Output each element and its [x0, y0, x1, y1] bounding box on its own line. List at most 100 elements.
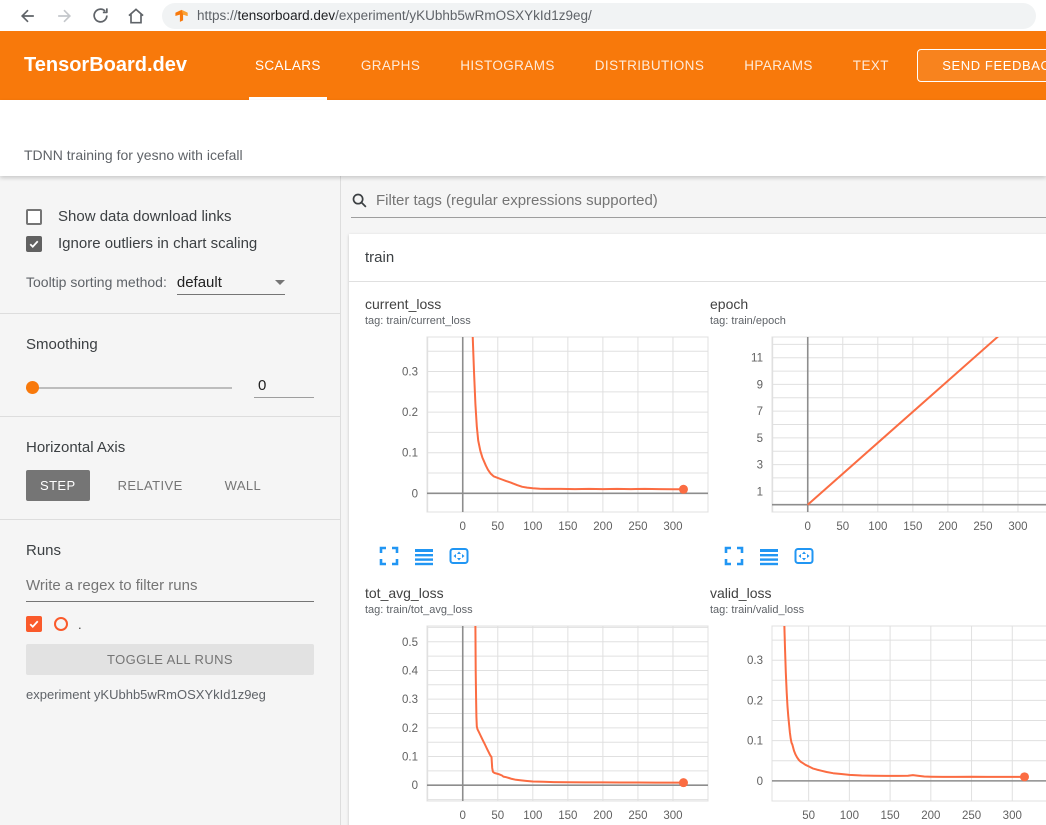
- svg-text:0.1: 0.1: [402, 752, 418, 764]
- svg-text:150: 150: [558, 521, 577, 533]
- run-color-swatch: [54, 617, 68, 631]
- experiment-title: TDNN training for yesno with icefall: [24, 147, 243, 163]
- smoothing-slider[interactable]: [26, 387, 232, 389]
- home-icon[interactable]: [124, 4, 148, 28]
- svg-text:250: 250: [628, 810, 647, 822]
- tab-histograms[interactable]: HISTOGRAMS: [440, 31, 575, 100]
- axis-step-button[interactable]: STEP: [26, 470, 90, 501]
- svg-text:50: 50: [802, 810, 815, 822]
- app-title: TensorBoard.dev: [0, 54, 211, 77]
- svg-text:0.4: 0.4: [402, 665, 419, 677]
- chart-tag: tag: train/valid_loss: [710, 604, 1046, 616]
- chart-plot[interactable]: 0501001502002503001357911: [710, 335, 1046, 540]
- svg-text:5: 5: [757, 433, 763, 445]
- tag-group-title[interactable]: train: [349, 234, 1046, 282]
- fit-domain-icon[interactable]: [449, 546, 469, 571]
- svg-text:100: 100: [840, 810, 859, 822]
- chart-title: epoch: [710, 296, 1046, 312]
- forward-icon[interactable]: [52, 4, 76, 28]
- browser-toolbar: https://tensorboard.dev/experiment/yKUbh…: [0, 0, 1046, 31]
- svg-text:300: 300: [663, 810, 682, 822]
- svg-text:150: 150: [881, 810, 900, 822]
- toggle-all-runs-button[interactable]: TOGGLE ALL RUNS: [26, 644, 314, 675]
- svg-text:0.3: 0.3: [747, 655, 763, 667]
- svg-text:0.2: 0.2: [402, 723, 418, 735]
- filter-tags-input[interactable]: [376, 192, 1046, 209]
- chart-title: current_loss: [365, 296, 710, 312]
- tab-scalars[interactable]: SCALARS: [235, 31, 341, 100]
- svg-text:0.3: 0.3: [402, 694, 418, 706]
- axis-relative-button[interactable]: RELATIVE: [104, 470, 197, 501]
- svg-text:250: 250: [962, 810, 981, 822]
- horizontal-axis-label: Horizontal Axis: [26, 439, 314, 456]
- expand-icon[interactable]: [379, 546, 399, 571]
- svg-text:300: 300: [1008, 521, 1027, 533]
- main-panel: train current_loss tag: train/current_los…: [341, 176, 1046, 825]
- chart-plot[interactable]: 50 100 150 200 250 300 0 0.1 0.2 0.3: [710, 624, 1046, 825]
- svg-text:0: 0: [412, 780, 418, 792]
- tensorboard-favicon: [174, 8, 189, 23]
- chart-controls: [379, 546, 710, 571]
- svg-text:0.2: 0.2: [402, 407, 418, 419]
- tab-graphs[interactable]: GRAPHS: [341, 31, 440, 100]
- svg-text:0: 0: [460, 810, 466, 822]
- svg-text:200: 200: [593, 810, 612, 822]
- reload-icon[interactable]: [88, 4, 112, 28]
- svg-text:3: 3: [757, 460, 763, 472]
- experiment-id-label: experiment yKUbhb5wRmOSXYkId1z9eg: [26, 687, 314, 702]
- svg-text:0: 0: [757, 776, 763, 788]
- tooltip-sorting-select[interactable]: default: [177, 274, 285, 295]
- svg-text:200: 200: [593, 521, 612, 533]
- chart-tag: tag: train/epoch: [710, 315, 1046, 327]
- runs-filter-input[interactable]: [26, 571, 314, 602]
- run-item[interactable]: .: [26, 616, 314, 632]
- chart-epoch: epochtag: train/epoch0501001502002503001…: [710, 296, 1046, 571]
- chart-valid_loss: valid_losstag: train/valid_loss501001502…: [710, 585, 1046, 825]
- svg-text:150: 150: [903, 521, 922, 533]
- svg-text:300: 300: [1003, 810, 1022, 822]
- tab-hparams[interactable]: HPARAMS: [724, 31, 833, 100]
- url-bar[interactable]: https://tensorboard.dev/experiment/yKUbh…: [162, 3, 1036, 29]
- chart-plot[interactable]: 05010015020025030000.10.20.30.40.5: [365, 624, 710, 825]
- svg-text:0: 0: [460, 521, 466, 533]
- run-checkbox-icon[interactable]: [26, 616, 42, 632]
- axis-wall-button[interactable]: WALL: [211, 470, 276, 501]
- svg-text:0.3: 0.3: [402, 367, 418, 379]
- ignore-outliers-checkbox[interactable]: Ignore outliers in chart scaling: [26, 235, 314, 252]
- experiment-bar: TDNN training for yesno with icefall: [0, 100, 1046, 176]
- svg-text:100: 100: [523, 521, 542, 533]
- data-table-icon[interactable]: [759, 546, 779, 571]
- app-header: TensorBoard.dev SCALARSGRAPHSHISTOGRAMSD…: [0, 31, 1046, 100]
- back-icon[interactable]: [16, 4, 40, 28]
- svg-text:50: 50: [491, 521, 504, 533]
- send-feedback-button[interactable]: SEND FEEDBACK: [917, 49, 1046, 82]
- chevron-down-icon: [275, 280, 285, 285]
- chart-tag: tag: train/tot_avg_loss: [365, 604, 710, 616]
- svg-text:11: 11: [751, 353, 763, 365]
- smoothing-value[interactable]: 0: [254, 377, 314, 398]
- svg-text:150: 150: [558, 810, 577, 822]
- tab-text[interactable]: TEXT: [833, 31, 909, 100]
- svg-text:200: 200: [921, 810, 940, 822]
- svg-text:300: 300: [663, 521, 682, 533]
- chart-plot[interactable]: 05010015020025030000.10.20.3: [365, 335, 710, 540]
- svg-text:50: 50: [491, 810, 504, 822]
- tab-distributions[interactable]: DISTRIBUTIONS: [575, 31, 724, 100]
- chart-tot_avg_loss: tot_avg_losstag: train/tot_avg_loss05010…: [365, 585, 710, 825]
- svg-text:0.1: 0.1: [402, 448, 418, 460]
- slider-thumb[interactable]: [26, 381, 39, 394]
- fit-domain-icon[interactable]: [794, 546, 814, 571]
- svg-text:100: 100: [868, 521, 887, 533]
- charts-grid: current_losstag: train/current_loss05010…: [349, 282, 1046, 825]
- svg-text:250: 250: [628, 521, 647, 533]
- search-icon: [351, 192, 368, 209]
- svg-text:0.2: 0.2: [747, 695, 763, 707]
- train-card: train current_loss tag: train/current_los…: [349, 234, 1046, 825]
- svg-text:0.1: 0.1: [747, 736, 763, 748]
- nav-tabs: SCALARSGRAPHSHISTOGRAMSDISTRIBUTIONSHPAR…: [235, 31, 909, 100]
- expand-icon[interactable]: [724, 546, 744, 571]
- chart-tag: tag: train/current_loss: [365, 315, 710, 327]
- show-download-links-checkbox[interactable]: Show data download links: [26, 208, 314, 225]
- data-table-icon[interactable]: [414, 546, 434, 571]
- chart-title: tot_avg_loss: [365, 585, 710, 601]
